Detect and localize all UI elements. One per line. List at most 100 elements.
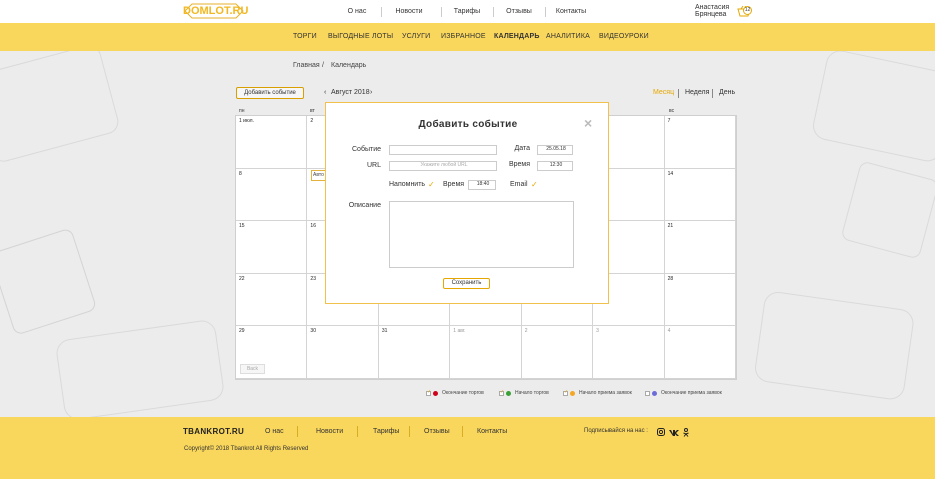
day-number: 23 <box>310 275 316 282</box>
day-header-mon: пн <box>239 108 245 114</box>
nav-news-label: Новости <box>395 8 423 15</box>
nav-contacts-label: Контакты <box>555 8 587 15</box>
calendar-day-cell[interactable]: 15 <box>236 221 308 274</box>
instagram-icon[interactable] <box>657 428 665 436</box>
nav-reviews[interactable]: Отзывы <box>502 0 536 23</box>
day-number: 29 <box>239 328 245 335</box>
legend-checkbox[interactable] <box>563 389 568 396</box>
main-nav-auctions[interactable]: ТОРГИ <box>293 33 317 40</box>
view-divider <box>678 89 679 98</box>
main-nav-video[interactable]: ВИДЕОУРОКИ <box>599 33 649 40</box>
email-checkbox[interactable]: ✓ <box>531 180 538 189</box>
event-input[interactable] <box>389 145 497 155</box>
ok-icon[interactable] <box>683 428 689 437</box>
day-header-tue: вт <box>310 108 315 114</box>
nav-about[interactable]: О нас <box>340 0 374 23</box>
footer-divider <box>409 426 410 437</box>
remind-checkbox[interactable]: ✓ <box>428 180 435 189</box>
calendar-day-cell[interactable]: 1 июл. <box>236 116 308 169</box>
footer-nav-tariffs[interactable]: Тарифы <box>373 428 399 435</box>
date-label: Дата <box>514 145 530 152</box>
vk-icon[interactable] <box>669 429 679 436</box>
calendar-day-cell[interactable]: 8 <box>236 168 308 222</box>
logo-text: DOMLOT.RU <box>183 5 249 17</box>
nav-tariffs-label: Тарифы <box>453 8 481 15</box>
legend-end-applications[interactable]: Окончание приема заявок <box>645 390 722 396</box>
time-label: Время <box>443 181 465 188</box>
day-number: 2 <box>310 118 314 124</box>
day-header-sun: вс <box>669 108 675 114</box>
calendar-day-cell[interactable]: 28 <box>664 273 736 327</box>
view-day-tab[interactable]: День <box>719 89 735 96</box>
logo[interactable]: DOMLOT.RU <box>183 2 249 20</box>
footer: TBANKROT.RU О нас Новости Тарифы Отзывы … <box>0 417 935 479</box>
user-name[interactable]: Анастасия Брянцева <box>695 4 733 18</box>
main-nav-services[interactable]: УСЛУГИ <box>402 33 430 40</box>
day-number: 7 <box>667 118 671 124</box>
legend-checkbox[interactable] <box>426 389 431 396</box>
calendar-day-cell[interactable]: 3 <box>593 326 665 379</box>
email-label: Email <box>510 181 528 188</box>
calendar-day-cell[interactable]: 1 авг. <box>450 326 522 379</box>
legend-end-auction[interactable]: Окончание торгов <box>426 389 484 396</box>
footer-nav-contacts[interactable]: Контакты <box>477 428 507 435</box>
calendar-day-cell[interactable]: 14 <box>664 168 736 222</box>
calendar-day-cell[interactable]: 7 <box>664 116 736 169</box>
legend-dot <box>506 390 511 396</box>
nav-contacts[interactable]: Контакты <box>553 0 589 23</box>
nav-news[interactable]: Новости <box>390 0 428 23</box>
description-label: Описание <box>348 202 381 209</box>
save-button[interactable]: Сохранить <box>443 278 490 289</box>
calendar-day-cell[interactable]: 2 <box>521 326 594 379</box>
legend-dot <box>433 390 438 396</box>
footer-nav-about[interactable]: О нас <box>265 428 284 435</box>
main-nav-deals[interactable]: ВЫГОДНЫЕ ЛОТЫ <box>328 33 393 40</box>
time-top-input[interactable]: 12:30 <box>537 161 573 171</box>
footer-nav-news[interactable]: Новости <box>316 428 343 435</box>
nav-about-label: О нас <box>347 8 367 15</box>
calendar-day-cell[interactable]: 31 <box>378 326 451 379</box>
footer-brand[interactable]: TBANKROT.RU <box>183 427 244 436</box>
legend-label: Окончание приема заявок <box>661 390 722 396</box>
main-nav-analytics[interactable]: АНАЛИТИКА <box>546 33 590 40</box>
view-week-tab[interactable]: Неделя <box>685 89 709 96</box>
legend-dot <box>570 390 575 396</box>
top-bar: DOMLOT.RU О нас Новости Тарифы Отзывы Ко… <box>0 0 935 23</box>
calendar-day-cell[interactable]: 30 <box>307 326 379 379</box>
calendar-day-cell[interactable]: 21 <box>664 221 736 274</box>
legend-checkbox[interactable] <box>499 389 504 396</box>
day-number: 31 <box>381 328 388 335</box>
legend-start-auction[interactable]: Начало торгов <box>499 389 549 396</box>
calendar-day-cell[interactable]: 22 <box>236 273 308 327</box>
day-number: 14 <box>667 170 674 177</box>
nav-divider <box>493 7 494 17</box>
prev-month-button[interactable]: ‹ <box>324 89 326 96</box>
legend-start-applications[interactable]: Начало приема заявок <box>563 389 632 396</box>
day-number: 30 <box>310 328 316 335</box>
day-number: 1 авг. <box>453 328 466 335</box>
nav-tariffs[interactable]: Тарифы <box>450 0 484 23</box>
view-month-tab[interactable]: Месяц <box>653 89 674 96</box>
breadcrumb-separator: / <box>322 62 324 69</box>
subscribe-label: Подписывайся на нас : <box>584 428 648 434</box>
legend-checkbox[interactable] <box>645 390 650 396</box>
legend-label: Начало торгов <box>515 390 549 396</box>
close-icon[interactable]: × <box>584 115 592 131</box>
nav-divider <box>545 7 546 17</box>
footer-nav-reviews[interactable]: Отзывы <box>424 428 450 435</box>
nav-reviews-label: Отзывы <box>506 8 532 15</box>
calendar-day-cell[interactable]: 4 <box>664 326 736 379</box>
url-input[interactable]: Укажите любой URL <box>389 161 497 171</box>
main-nav-favorites[interactable]: ИЗБРАННОЕ <box>441 33 486 40</box>
date-input[interactable]: 25.05.18 <box>537 145 573 155</box>
add-event-button[interactable]: Добавить событие <box>236 87 304 99</box>
description-textarea[interactable] <box>389 201 574 268</box>
next-month-button[interactable]: › <box>370 89 372 96</box>
copyright: Copyright© 2018 Tbankrot All Rights Rese… <box>184 446 309 452</box>
legend-label: Начало приема заявок <box>579 390 632 396</box>
back-button[interactable]: Back <box>240 364 265 374</box>
main-nav-calendar[interactable]: КАЛЕНДАРЬ <box>494 33 540 40</box>
legend-dot <box>652 390 657 396</box>
breadcrumb-home[interactable]: Главная <box>293 62 320 69</box>
time-input[interactable]: 18:40 <box>468 180 496 190</box>
